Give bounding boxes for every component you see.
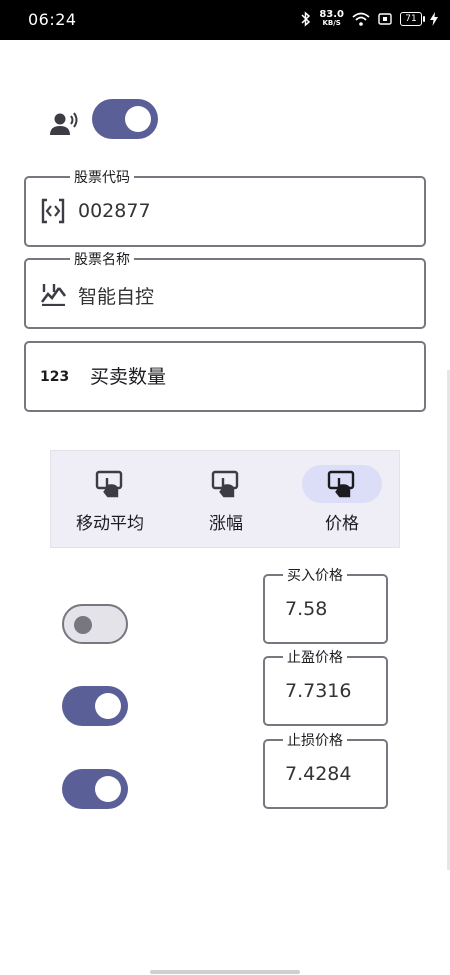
- home-indicator[interactable]: [150, 970, 300, 974]
- switch-knob: [95, 776, 121, 802]
- stock-name-field[interactable]: 股票名称 智能自控: [24, 249, 426, 329]
- touch-app-icon: [211, 470, 239, 498]
- buy-price-field[interactable]: 买入价格 7.58: [263, 565, 388, 644]
- voice-toggle-switch[interactable]: [92, 99, 158, 139]
- mode-segmented-control: 移动平均 涨幅 价格: [50, 450, 400, 548]
- stop-loss-value: 7.4284: [285, 763, 352, 785]
- switch-knob: [125, 106, 151, 132]
- tab-rise[interactable]: 涨幅: [171, 451, 281, 549]
- code-icon: [41, 198, 65, 224]
- battery-icon: 71: [400, 12, 425, 26]
- numeric-icon: 123: [40, 369, 70, 385]
- net-speed: 83.0 KB/S: [319, 9, 344, 28]
- status-time: 06:24: [28, 10, 77, 29]
- sim-icon: [378, 13, 392, 25]
- buy-price-switch[interactable]: [62, 604, 128, 644]
- voice-icon: [50, 112, 78, 135]
- take-profit-label: 止盈价格: [283, 647, 347, 667]
- status-icons: 83.0 KB/S 71: [301, 10, 438, 28]
- tab-label: 价格: [325, 514, 359, 534]
- stop-loss-switch[interactable]: [62, 769, 128, 809]
- buy-price-value: 7.58: [285, 598, 328, 620]
- status-bar: 06:24 83.0 KB/S 71: [0, 0, 450, 40]
- stock-code-field[interactable]: 股票代码 002877: [24, 167, 426, 247]
- stock-code-value: 002877: [78, 200, 151, 222]
- buy-price-label: 买入价格: [283, 565, 347, 585]
- stop-loss-label: 止损价格: [283, 730, 347, 750]
- stock-code-label: 股票代码: [70, 167, 134, 187]
- quantity-placeholder: 买卖数量: [90, 366, 167, 388]
- charging-icon: [430, 12, 438, 26]
- take-profit-value: 7.7316: [285, 680, 352, 702]
- tab-moving-average[interactable]: 移动平均: [55, 451, 165, 549]
- switch-knob: [95, 693, 121, 719]
- stop-loss-price-field[interactable]: 止损价格 7.4284: [263, 730, 388, 809]
- trending-icon: [40, 284, 66, 306]
- tab-label: 涨幅: [209, 514, 243, 534]
- bluetooth-icon: [301, 11, 311, 27]
- stock-name-label: 股票名称: [70, 249, 134, 269]
- tab-label: 移动平均: [76, 514, 144, 534]
- take-profit-switch[interactable]: [62, 686, 128, 726]
- touch-app-icon: [95, 470, 123, 498]
- tab-price[interactable]: 价格: [287, 451, 397, 549]
- wifi-icon: [352, 12, 370, 26]
- take-profit-price-field[interactable]: 止盈价格 7.7316: [263, 647, 388, 726]
- stock-name-value: 智能自控: [78, 286, 155, 308]
- quantity-field[interactable]: 123 买卖数量: [24, 341, 426, 412]
- touch-app-icon: [327, 470, 355, 498]
- switch-knob: [74, 616, 92, 634]
